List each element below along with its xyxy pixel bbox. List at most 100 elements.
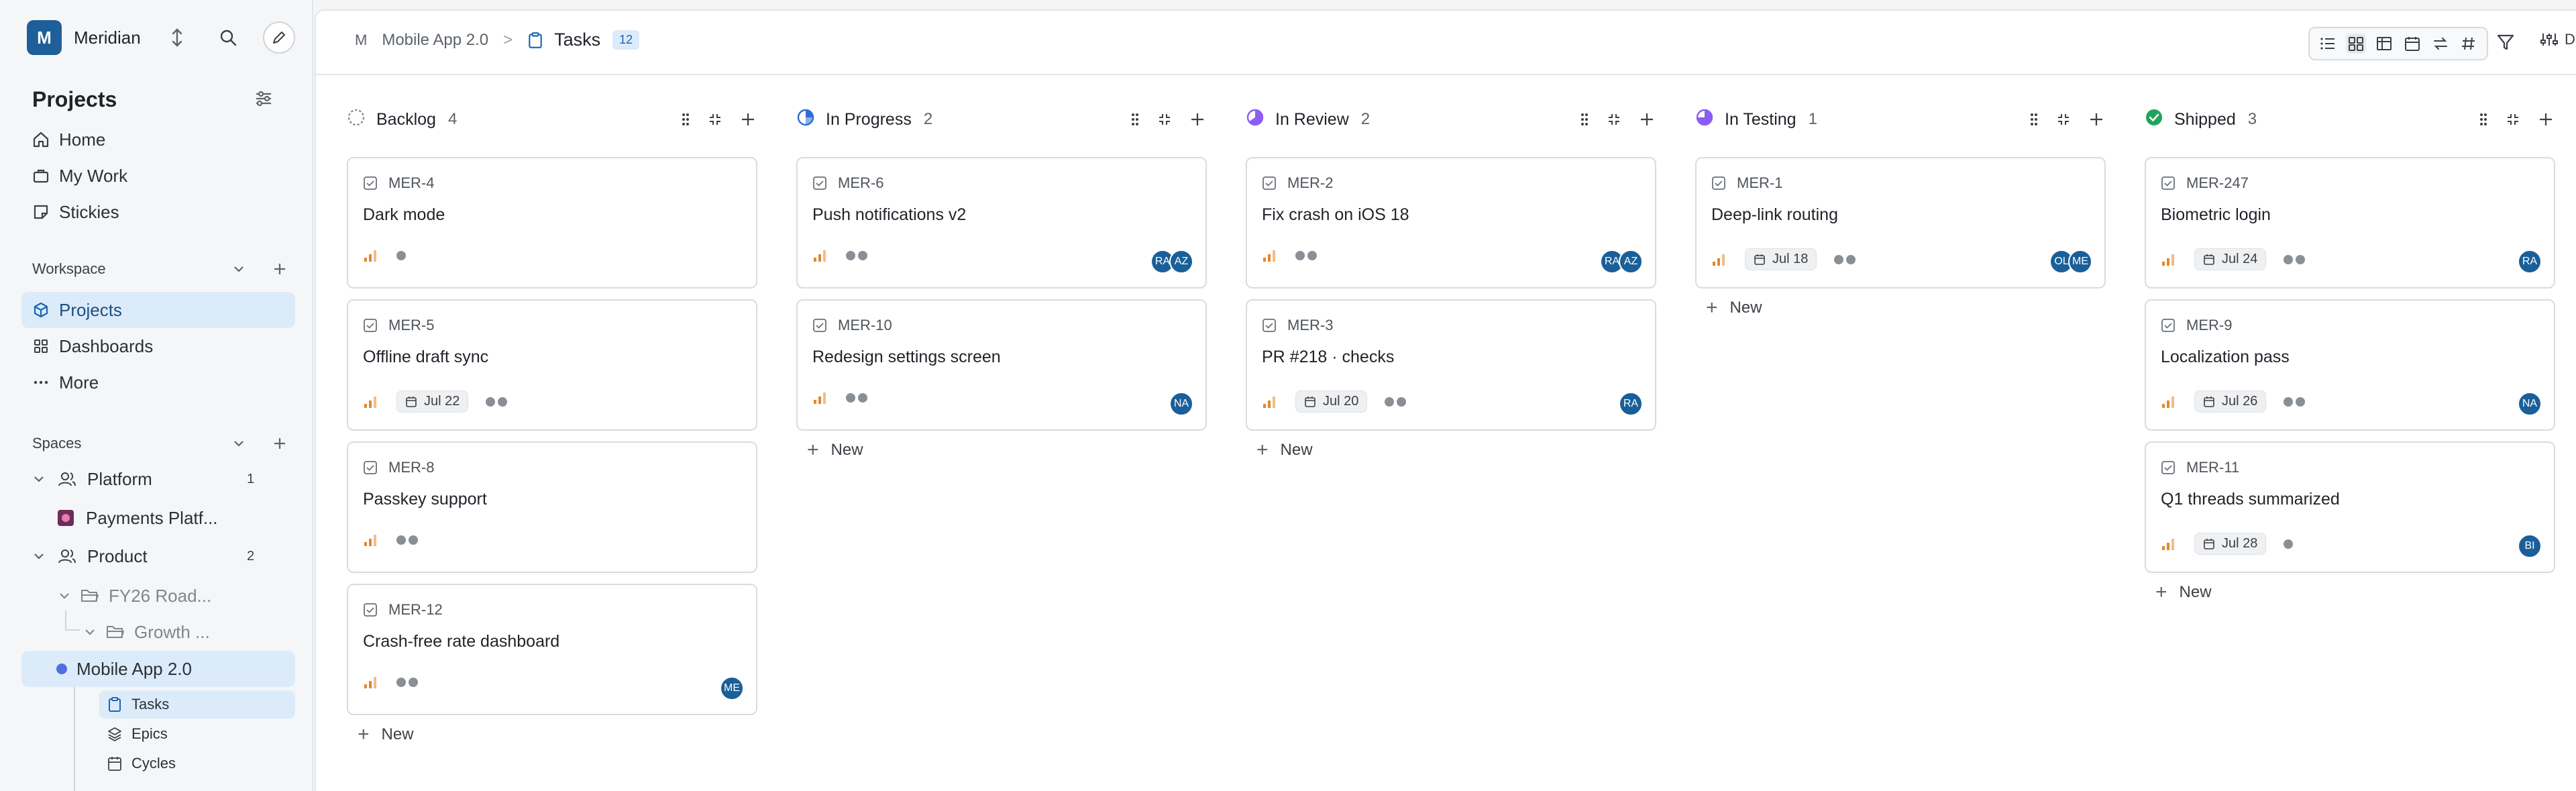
assignees[interactable]: RA (2518, 250, 2542, 274)
space-platform[interactable]: Platform 1 (32, 462, 287, 496)
labels-dots[interactable] (846, 393, 867, 403)
collapse-icon[interactable] (1607, 112, 1621, 127)
task-card[interactable]: MER-2 Fix crash on iOS 18 RA AZ (1246, 157, 1656, 288)
priority-bars-icon[interactable] (2161, 537, 2177, 551)
due-date-pill[interactable]: Jul 22 (396, 390, 469, 413)
hash-view-icon[interactable] (2459, 34, 2479, 54)
assignees[interactable]: BI (2518, 534, 2542, 558)
new-task-button[interactable]: + New (807, 439, 863, 462)
task-card[interactable]: MER-12 Crash-free rate dashboard ME (347, 584, 757, 715)
task-card[interactable]: MER-3 PR #218 · checks Jul 20 RA (1246, 299, 1656, 431)
nav-item-stickies[interactable]: Stickies (21, 194, 295, 230)
priority-bars-icon[interactable] (1262, 394, 1278, 409)
plus-icon[interactable] (740, 111, 756, 127)
swap-view-icon[interactable] (2430, 34, 2451, 54)
labels-dots[interactable] (396, 251, 406, 260)
due-date-pill[interactable]: Jul 28 (2194, 533, 2267, 555)
labels-dots[interactable] (396, 535, 418, 545)
calendar-view-icon[interactable] (2402, 34, 2422, 54)
priority-bars-icon[interactable] (363, 394, 379, 409)
plus-icon[interactable] (2538, 111, 2554, 127)
chevron-down-icon[interactable] (232, 437, 246, 450)
labels-dots[interactable] (846, 251, 867, 260)
priority-bars-icon[interactable] (1711, 252, 1727, 267)
folder-growth[interactable]: Growth ... (83, 615, 210, 649)
switch-workspace-icon[interactable] (161, 21, 193, 54)
space-payments-platform[interactable]: Payments Platf... (56, 500, 218, 535)
workspace-group-header[interactable]: Workspace (32, 260, 287, 278)
labels-dots[interactable] (396, 678, 418, 687)
assignees[interactable]: ME (720, 676, 744, 700)
plus-icon[interactable] (1639, 111, 1655, 127)
new-task-button[interactable]: + New (2155, 581, 2212, 604)
chevron-down-icon[interactable] (232, 262, 246, 276)
task-card[interactable]: MER-10 Redesign settings screen NA (796, 299, 1207, 431)
due-date-pill[interactable]: Jul 24 (2194, 248, 2267, 270)
labels-dots[interactable] (2284, 397, 2306, 407)
chevron-down-icon[interactable] (58, 589, 71, 602)
plus-icon[interactable] (272, 262, 287, 276)
task-card[interactable]: MER-8 Passkey support (347, 441, 757, 573)
drag-handle-icon[interactable] (2479, 111, 2488, 127)
project-mobile-app[interactable]: Mobile App 2.0 (56, 651, 192, 686)
priority-bars-icon[interactable] (2161, 394, 2177, 409)
subnav-epics[interactable]: Epics (107, 720, 168, 748)
task-card[interactable]: MER-1 Deep-link routing Jul 18 OL ME (1695, 157, 2106, 288)
assignees[interactable]: RA AZ (1150, 250, 1193, 274)
assignees[interactable]: NA (2518, 392, 2542, 416)
new-task-button[interactable]: + New (1706, 297, 1762, 319)
search-icon[interactable] (212, 21, 244, 54)
due-date-pill[interactable]: Jul 20 (1295, 390, 1368, 413)
collapse-icon[interactable] (1157, 112, 1172, 127)
table-view-icon[interactable] (2374, 34, 2394, 54)
task-card[interactable]: MER-247 Biometric login Jul 24 RA (2145, 157, 2555, 288)
chevron-down-icon[interactable] (32, 472, 46, 486)
due-date-pill[interactable]: Jul 26 (2194, 390, 2267, 413)
new-task-button[interactable]: + New (358, 723, 414, 746)
due-date-pill[interactable]: Jul 18 (1745, 248, 1817, 270)
priority-bars-icon[interactable] (1262, 248, 1278, 263)
task-card[interactable]: MER-6 Push notifications v2 RA AZ (796, 157, 1207, 288)
assignees[interactable]: RA (1619, 392, 1643, 416)
priority-bars-icon[interactable] (2161, 252, 2177, 267)
priority-bars-icon[interactable] (363, 533, 379, 547)
workspace-name[interactable]: Meridian (74, 28, 141, 48)
sliders-icon[interactable] (254, 89, 274, 112)
task-card[interactable]: MER-11 Q1 threads summarized Jul 28 BI (2145, 441, 2555, 573)
collapse-icon[interactable] (2056, 112, 2071, 127)
drag-handle-icon[interactable] (2029, 111, 2039, 127)
display-options-button[interactable]: D (2540, 31, 2575, 48)
plus-icon[interactable] (1189, 111, 1205, 127)
priority-bars-icon[interactable] (363, 675, 379, 690)
space-product[interactable]: Product 2 (32, 539, 287, 574)
subnav-cycles[interactable]: Cycles (107, 749, 176, 778)
new-task-button[interactable]: + New (1256, 439, 1313, 462)
folder-fy26-roadmap[interactable]: FY26 Road... (58, 578, 211, 613)
collapse-icon[interactable] (708, 112, 722, 127)
labels-dots[interactable] (2284, 539, 2294, 549)
labels-dots[interactable] (486, 397, 508, 407)
breadcrumb-project[interactable]: Mobile App 2.0 (382, 31, 488, 50)
labels-dots[interactable] (1295, 251, 1317, 260)
collapse-icon[interactable] (2506, 112, 2520, 127)
workspace-logo[interactable]: M (27, 20, 62, 55)
list-view-icon[interactable] (2318, 34, 2338, 54)
plus-icon[interactable] (2088, 111, 2104, 127)
plus-icon[interactable] (272, 436, 287, 451)
compose-icon[interactable] (263, 21, 295, 54)
nav-item-home[interactable]: Home (21, 121, 295, 158)
nav-item-more[interactable]: More (21, 364, 295, 401)
labels-dots[interactable] (1834, 254, 1856, 264)
assignees[interactable]: RA AZ (1600, 250, 1643, 274)
nav-item-my-work[interactable]: My Work (21, 158, 295, 194)
labels-dots[interactable] (1385, 397, 1407, 407)
drag-handle-icon[interactable] (1580, 111, 1589, 127)
spaces-group-header[interactable]: Spaces (32, 435, 287, 452)
subnav-tasks[interactable]: Tasks (107, 690, 169, 719)
chevron-down-icon[interactable] (83, 625, 97, 639)
assignees[interactable]: NA (1169, 392, 1193, 416)
labels-dots[interactable] (2284, 254, 2306, 264)
drag-handle-icon[interactable] (1130, 111, 1140, 127)
priority-bars-icon[interactable] (812, 248, 828, 263)
assignees[interactable]: OL ME (2049, 250, 2092, 274)
